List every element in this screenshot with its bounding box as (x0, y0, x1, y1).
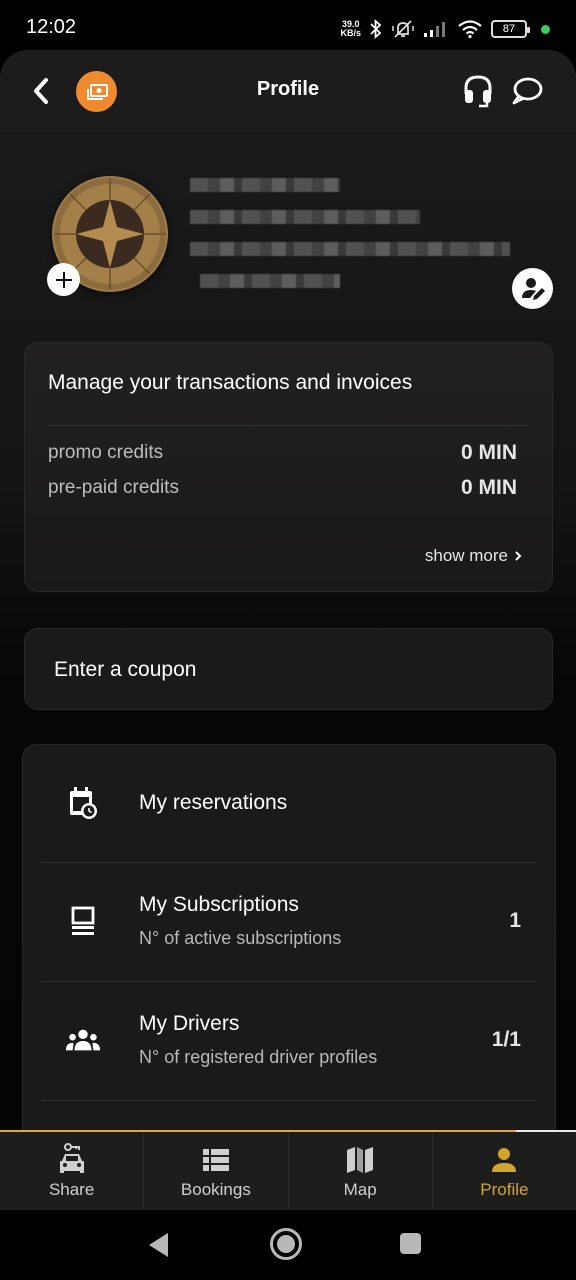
signal-icon (424, 22, 445, 37)
credit-label: promo credits (48, 442, 164, 463)
credit-row-prepaid: pre-paid credits 0 MIN (48, 476, 517, 500)
divider (48, 425, 529, 426)
profile-menu: My reservations My Subscriptions N° of a… (22, 744, 556, 1130)
transactions-title: Manage your transactions and invoices (48, 371, 413, 394)
menu-title: My Drivers (139, 1012, 240, 1035)
coupon-label: Enter a coupon (54, 658, 197, 681)
divider (41, 1100, 537, 1101)
system-back-button[interactable] (148, 1232, 170, 1258)
system-recents-button[interactable] (400, 1233, 421, 1254)
group-icon (65, 1022, 101, 1058)
bell-muted-icon (392, 20, 414, 38)
battery-indicator: 87 (491, 20, 530, 38)
status-bar: 12:02 39.0 KB/s 87 (0, 0, 576, 56)
list-icon (200, 1144, 232, 1176)
menu-item-drivers[interactable]: My Drivers N° of registered driver profi… (41, 982, 537, 1099)
credit-value: 0 MIN (460, 476, 517, 499)
bluetooth-icon (370, 19, 382, 39)
nav-item-map[interactable]: Map (289, 1132, 433, 1210)
menu-title: My reservations (139, 791, 288, 814)
menu-subtitle: N° of active subscriptions (139, 928, 342, 948)
menu-item-subscriptions[interactable]: My Subscriptions N° of active subscripti… (41, 863, 537, 980)
credit-label: pre-paid credits (48, 477, 179, 498)
wifi-icon (458, 20, 482, 39)
status-time: 12:02 (26, 16, 77, 38)
nav-label: Share (48, 1180, 95, 1199)
show-more-label: show more (424, 546, 508, 565)
person-icon (488, 1144, 520, 1176)
network-speed: 39.0 KB/s (340, 20, 361, 38)
menu-title: My Subscriptions (139, 893, 299, 916)
chat-button[interactable] (510, 76, 544, 106)
profile-detail: [blurred] (190, 242, 510, 256)
chat-bubble-icon (512, 77, 543, 105)
map-icon (344, 1144, 376, 1176)
subscription-icon (65, 903, 101, 939)
nav-label: Map (343, 1180, 377, 1199)
system-navigation-bar (0, 1210, 576, 1280)
headset-icon (464, 75, 492, 108)
chevron-right-icon (515, 551, 522, 561)
profile-detail: [blurred] (190, 210, 420, 224)
calendar-clock-icon (65, 785, 101, 821)
edit-profile-button[interactable] (512, 268, 553, 309)
coupon-field[interactable]: Enter a coupon (24, 628, 553, 710)
system-home-button[interactable] (270, 1228, 302, 1260)
nav-item-bookings[interactable]: Bookings (144, 1132, 289, 1210)
nav-item-share[interactable]: Share (0, 1132, 145, 1210)
profile-screen: Profile [blurred] [blurred] [blurred] [b… (0, 50, 576, 1130)
credit-row-promo: promo credits 0 MIN (48, 441, 517, 465)
plus-icon (55, 271, 72, 288)
car-key-icon (56, 1143, 88, 1176)
privacy-indicator-dot (541, 24, 550, 34)
bottom-nav: Share Bookings Map Profile (0, 1130, 576, 1210)
transactions-card[interactable]: Manage your transactions and invoices pr… (24, 342, 553, 592)
nav-item-profile[interactable]: Profile (433, 1132, 576, 1210)
profile-name: [blurred] (190, 178, 340, 192)
menu-item-reservations[interactable]: My reservations (41, 745, 537, 862)
drivers-count: 1/1 (491, 1028, 521, 1051)
nav-label: Profile (480, 1180, 529, 1199)
network-speed-unit: KB/s (340, 28, 361, 38)
app-header: Profile (0, 50, 576, 132)
menu-subtitle: N° of registered driver profiles (139, 1047, 378, 1067)
show-more-link[interactable]: show more (425, 546, 522, 566)
nav-label: Bookings (180, 1180, 251, 1199)
subscriptions-count: 1 (509, 909, 521, 932)
profile-detail: [blurred] (200, 274, 340, 288)
status-icons: 39.0 KB/s 87 (340, 16, 550, 42)
support-button[interactable] (462, 74, 494, 108)
add-photo-button[interactable] (47, 263, 80, 296)
edit-person-icon (521, 277, 545, 300)
credit-value: 0 MIN (460, 441, 517, 464)
